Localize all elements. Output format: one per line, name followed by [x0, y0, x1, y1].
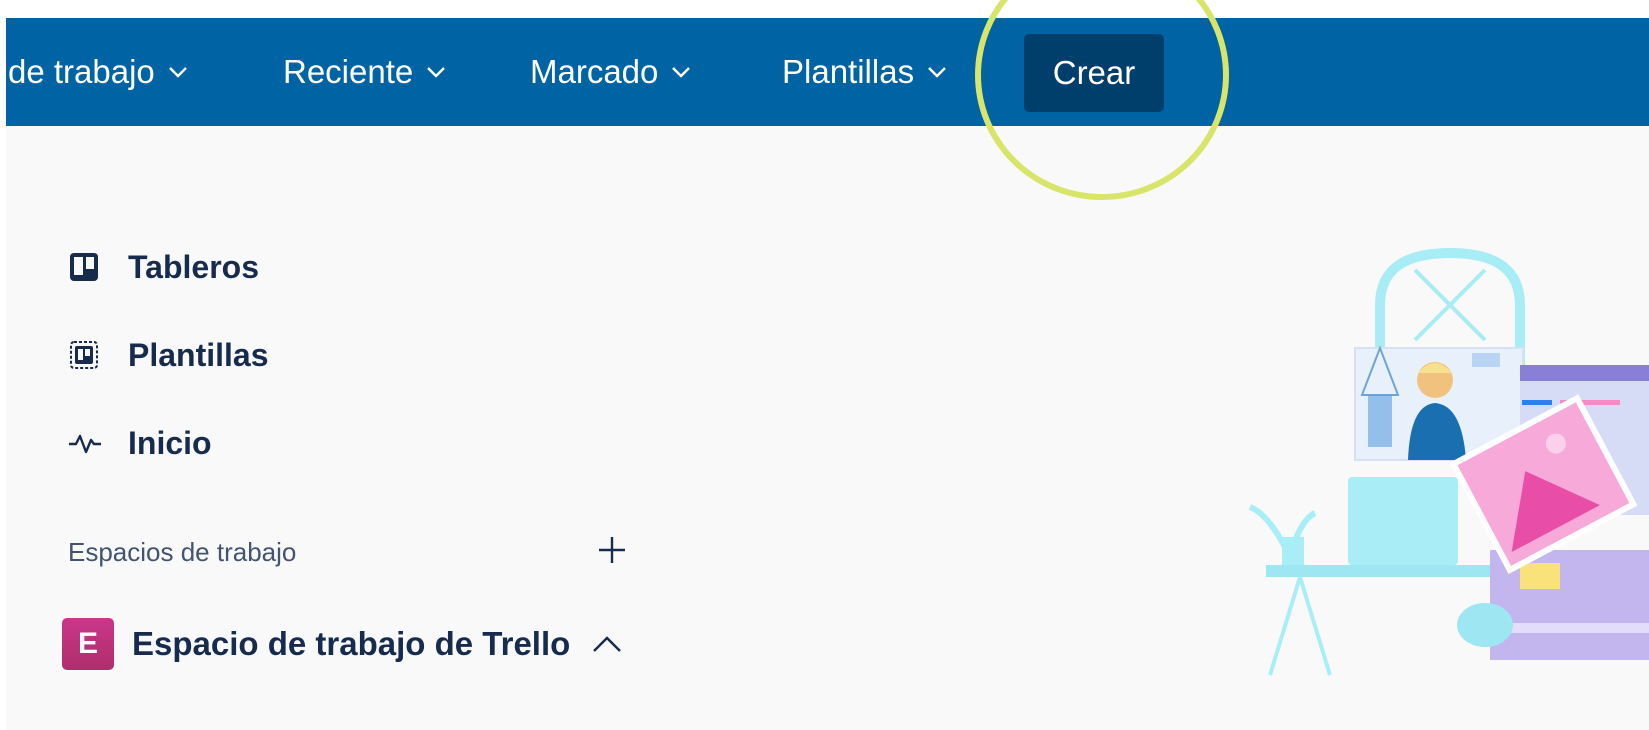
add-workspace-button[interactable] — [592, 532, 632, 572]
sidebar-item-templates[interactable]: Plantillas — [68, 330, 269, 380]
boards-icon — [68, 247, 108, 287]
nav-starred-dropdown[interactable]: Marcado — [530, 18, 691, 126]
workspace-badge: E — [62, 618, 114, 670]
plus-icon — [597, 535, 627, 570]
chevron-down-icon — [672, 66, 691, 78]
nav-starred-label: Marcado — [530, 53, 659, 90]
sidebar-item-home[interactable]: Inicio — [68, 418, 212, 468]
nav-workspaces-label: de trabajo — [8, 53, 155, 90]
nav-recent-label: Reciente — [283, 53, 414, 90]
activity-icon — [68, 423, 108, 463]
sidebar-item-label: Tableros — [128, 248, 259, 285]
workspace-illustration — [1248, 247, 1649, 676]
sidebar-item-boards[interactable]: Tableros — [68, 242, 259, 292]
nav-templates-dropdown[interactable]: Plantillas — [782, 18, 946, 126]
sidebar-item-label: Plantillas — [128, 336, 269, 373]
workspace-item-trello[interactable]: E Espacio de trabajo de Trello — [62, 618, 622, 670]
top-strip — [6, 0, 1649, 18]
nav-workspaces-dropdown[interactable]: de trabajo — [8, 18, 187, 126]
workspace-name: Espacio de trabajo de Trello — [132, 625, 571, 662]
chevron-down-icon — [427, 66, 446, 78]
sidebar-item-label: Inicio — [128, 424, 212, 461]
templates-icon — [68, 335, 108, 375]
nav-recent-dropdown[interactable]: Reciente — [283, 18, 446, 126]
nav-templates-label: Plantillas — [782, 53, 915, 90]
chevron-down-icon — [928, 66, 946, 78]
chevron-down-icon — [168, 66, 187, 78]
workspaces-header: Espacios de trabajo — [68, 536, 297, 567]
chevron-up-icon[interactable] — [592, 635, 622, 653]
create-button[interactable]: Crear — [1024, 34, 1164, 112]
